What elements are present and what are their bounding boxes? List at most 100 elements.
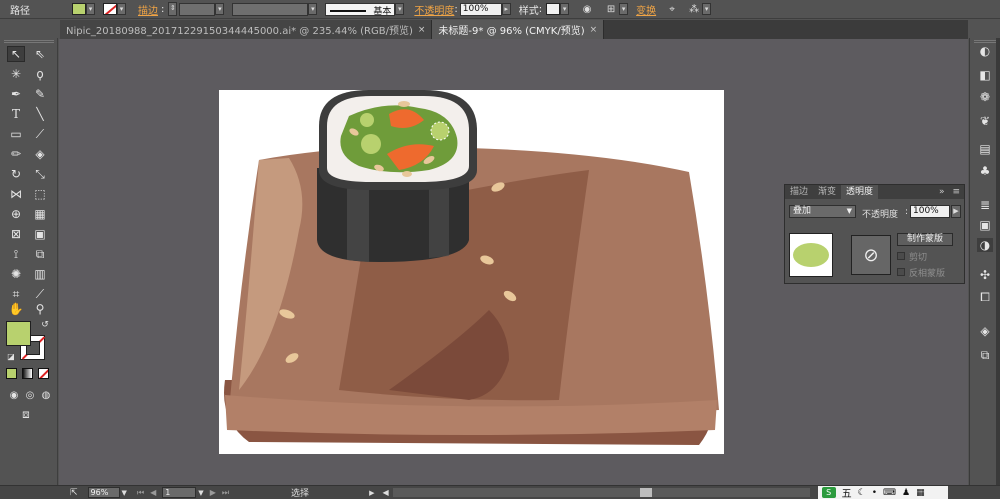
graphic-style-dropdown[interactable]: ▾ — [560, 3, 570, 15]
swap-fill-stroke-icon[interactable]: ↺ — [36, 317, 54, 333]
scrollbar-thumb[interactable] — [639, 488, 652, 497]
stroke-weight-dropdown[interactable]: ▾ — [215, 3, 225, 15]
transform-label-link[interactable]: 变换 — [636, 2, 656, 17]
width-tool-icon[interactable]: ⋈ — [7, 186, 25, 202]
zoom-tool-icon[interactable]: ⚲ — [31, 301, 49, 317]
ime-logo-icon[interactable]: S — [821, 487, 836, 498]
fill-color-box[interactable] — [6, 321, 31, 346]
hand-tool-icon[interactable]: ✋ — [7, 301, 25, 317]
stroke-panel-icon[interactable]: ≣ — [977, 198, 993, 212]
scroll-left-arrow[interactable]: ◀ — [382, 488, 388, 497]
brush-dropdown[interactable]: ▾ — [395, 3, 405, 15]
opacity-dropdown[interactable]: ▸ — [501, 3, 511, 15]
default-colors-icon[interactable]: ◪ — [2, 348, 20, 364]
artboard-tool-icon[interactable]: ⌗ — [7, 286, 25, 302]
align-icon[interactable]: ⊞ — [603, 2, 619, 16]
variable-width-field[interactable] — [232, 2, 309, 16]
screen-mode-icon[interactable]: ⧈ — [17, 406, 35, 422]
column-graph-icon[interactable]: ▥ — [31, 266, 49, 282]
scale-tool-icon[interactable]: ⤡ — [31, 166, 49, 182]
selection-tool-icon[interactable]: ↖ — [7, 46, 25, 62]
gradient-mode-icon[interactable] — [22, 368, 33, 379]
grid-icon[interactable]: ▦ — [916, 488, 925, 498]
prev-artboard-icon[interactable]: ◀ — [150, 488, 156, 497]
isolate-icon[interactable]: ⌖ — [664, 2, 680, 16]
selected-cucumber-slice[interactable] — [430, 121, 450, 141]
dock-scrollbar[interactable] — [996, 38, 1000, 485]
user-icon[interactable]: ♟ — [902, 488, 910, 498]
rectangle-tool-icon[interactable]: ▭ — [7, 126, 25, 142]
perspective-grid-icon[interactable]: ▦ — [31, 206, 49, 222]
last-artboard-icon[interactable]: ⏭ — [222, 488, 229, 498]
gradient-panel-icon[interactable]: ▣ — [977, 218, 993, 232]
opacity-field[interactable]: 100% — [459, 2, 502, 16]
rotate-tool-icon[interactable]: ↻ — [7, 166, 25, 182]
stroke-weight-stepper[interactable]: ⇕ — [168, 2, 178, 16]
artboard[interactable] — [219, 90, 724, 454]
artboard-dropdown[interactable]: ▼ — [198, 489, 203, 497]
close-icon[interactable]: × — [418, 25, 426, 35]
opacity-label-link[interactable]: 不透明度 — [414, 2, 454, 17]
line-tool-icon[interactable]: ╲ — [31, 106, 49, 122]
shape-builder-icon[interactable]: ⊕ — [7, 206, 25, 222]
punctuation-icon[interactable]: • — [872, 488, 877, 498]
transform-panel-icon[interactable]: ✣ — [977, 268, 993, 282]
no-mask-icon[interactable]: ⊘ — [851, 235, 891, 275]
toolbar-grip[interactable] — [4, 40, 54, 43]
color-mode-icon[interactable] — [6, 368, 17, 379]
tab-stroke[interactable]: 描边 — [785, 185, 813, 199]
color-panel-icon[interactable]: ◐ — [977, 44, 993, 58]
align-dropdown[interactable]: ▾ — [619, 3, 629, 15]
dock-grip[interactable] — [974, 40, 996, 43]
object-thumbnail[interactable] — [789, 233, 833, 277]
none-mode-icon[interactable] — [38, 368, 49, 379]
recolor-icon[interactable]: ◉ — [579, 2, 595, 16]
blend-mode-select[interactable]: 叠加 ▼ — [789, 205, 856, 218]
stroke-swatch[interactable] — [103, 3, 117, 15]
blend-tool-icon[interactable]: ⧉ — [31, 246, 49, 262]
pencil-icon[interactable]: ✏ — [7, 146, 25, 162]
symbols-panel-icon[interactable]: ♣ — [977, 164, 993, 178]
curvature-tool-icon[interactable]: ✎ — [31, 86, 49, 102]
next-artboard-icon[interactable]: ▶ — [210, 488, 216, 497]
panel-menu-icon[interactable]: ≡ — [948, 185, 964, 199]
align-panel-icon[interactable]: ⧠ — [977, 290, 993, 304]
pen-tool-icon[interactable]: ✒ — [7, 86, 25, 102]
appearance-panel-icon[interactable]: ❁ — [977, 90, 993, 104]
panel-opacity-field[interactable]: 100% — [910, 205, 950, 218]
status-menu-arrow[interactable]: ▶ — [369, 489, 374, 497]
direct-selection-tool-icon[interactable]: ⇖ — [31, 46, 49, 62]
horizontal-scrollbar-track[interactable] — [651, 488, 810, 497]
graphic-style-swatch[interactable] — [546, 3, 561, 15]
slice-tool-icon[interactable]: ⟋ — [31, 286, 49, 302]
tab-gradient[interactable]: 渐变 — [813, 185, 841, 199]
gradient-tool-icon[interactable]: ▣ — [31, 226, 49, 242]
first-artboard-icon[interactable]: ⏮ — [137, 488, 144, 498]
moon-icon[interactable]: ☾ — [858, 488, 866, 498]
more-options-dropdown[interactable]: ▾ — [702, 3, 712, 15]
variable-width-dropdown[interactable]: ▾ — [308, 3, 318, 15]
fill-dropdown[interactable]: ▾ — [86, 3, 95, 15]
artboard-number-field[interactable]: 1 — [162, 487, 197, 498]
keyboard-icon[interactable]: ⌨ — [883, 488, 896, 498]
zoom-dropdown[interactable]: ▼ — [122, 489, 127, 497]
magic-wand-icon[interactable]: ✳ — [7, 66, 25, 82]
artboards-panel-icon[interactable]: ⧉ — [977, 348, 993, 362]
more-options-icon[interactable]: ⁂ — [686, 2, 702, 16]
brushes-panel-icon[interactable]: ❦ — [977, 114, 993, 128]
stroke-dropdown[interactable]: ▾ — [117, 3, 126, 15]
free-transform-icon[interactable]: ⬚ — [31, 186, 49, 202]
collapse-icon[interactable]: » — [935, 185, 949, 199]
brush-definition[interactable]: 基本 — [325, 2, 396, 17]
close-icon[interactable]: × — [590, 25, 598, 35]
lasso-icon[interactable]: ϙ — [31, 66, 49, 82]
stroke-weight-field[interactable] — [179, 2, 216, 16]
tab-untitled-9[interactable]: 未标题-9* @ 96% (CMYK/预览) × — [432, 20, 605, 39]
transparency-panel-icon[interactable]: ◑ — [977, 238, 993, 252]
symbol-sprayer-icon[interactable]: ✺ — [7, 266, 25, 282]
zoom-field[interactable]: 96% — [87, 487, 120, 498]
panel-opacity-arrow[interactable]: ▶ — [951, 205, 961, 218]
invert-mask-checkbox[interactable] — [897, 268, 905, 276]
make-mask-button[interactable]: 制作蒙版 — [897, 233, 953, 246]
graphic-styles-icon[interactable]: ▤ — [977, 142, 993, 156]
